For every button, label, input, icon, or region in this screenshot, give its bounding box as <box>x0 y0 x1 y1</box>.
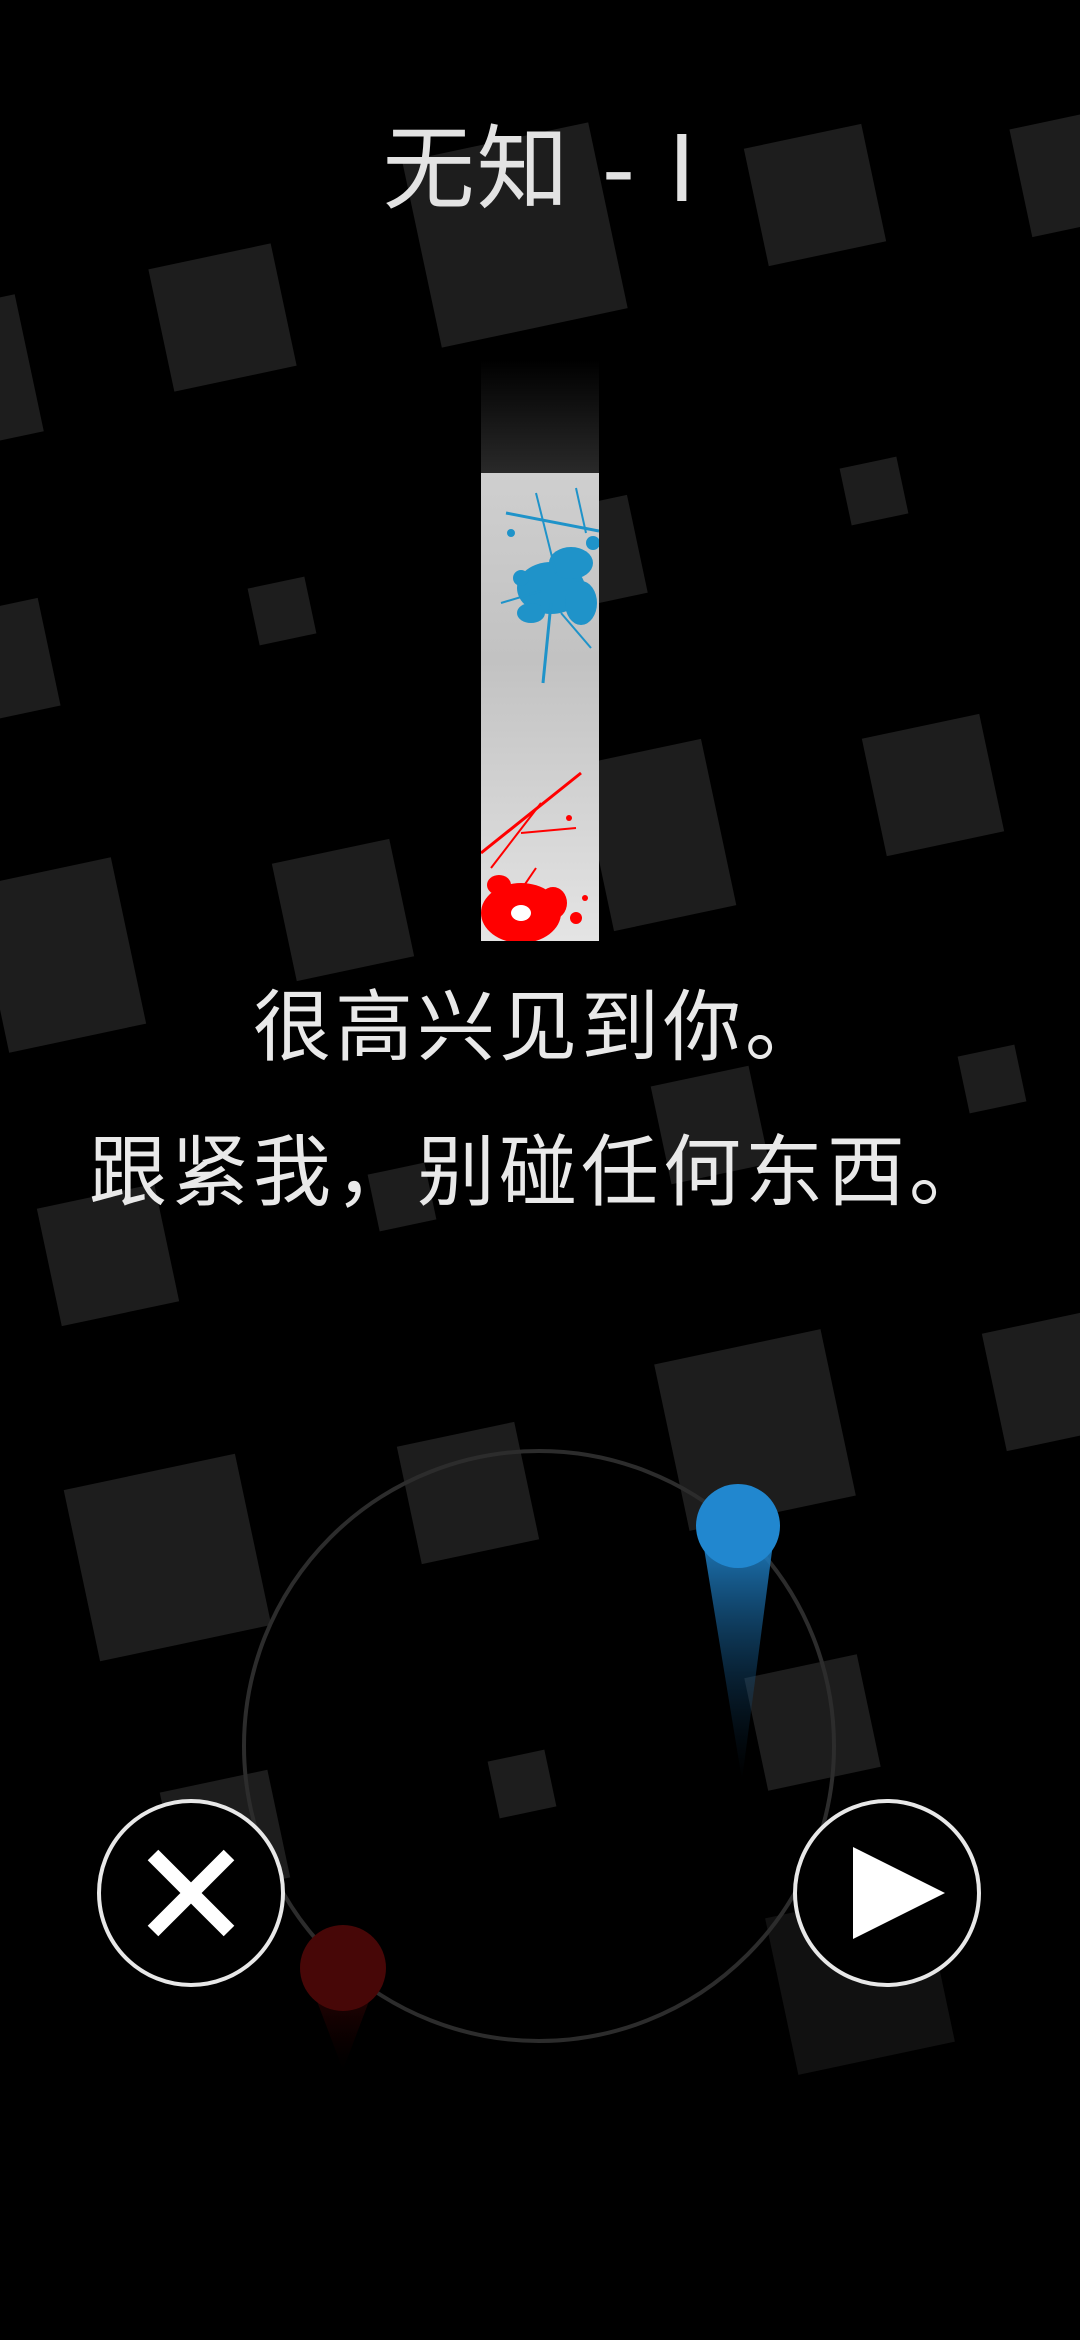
close-button[interactable] <box>97 1799 285 1987</box>
enemy-ball <box>300 1925 386 2011</box>
play-button[interactable] <box>793 1799 981 1987</box>
player-trail <box>702 1536 774 1780</box>
ball-trails <box>306 1536 774 2070</box>
player-ball[interactable] <box>696 1484 780 1568</box>
close-x-icon <box>147 1849 235 1937</box>
game-screen: 无知 - I 很高兴见到你。 跟紧我，别碰任何东西。 <box>0 0 1080 2340</box>
play-triangle-icon <box>853 1847 945 1939</box>
